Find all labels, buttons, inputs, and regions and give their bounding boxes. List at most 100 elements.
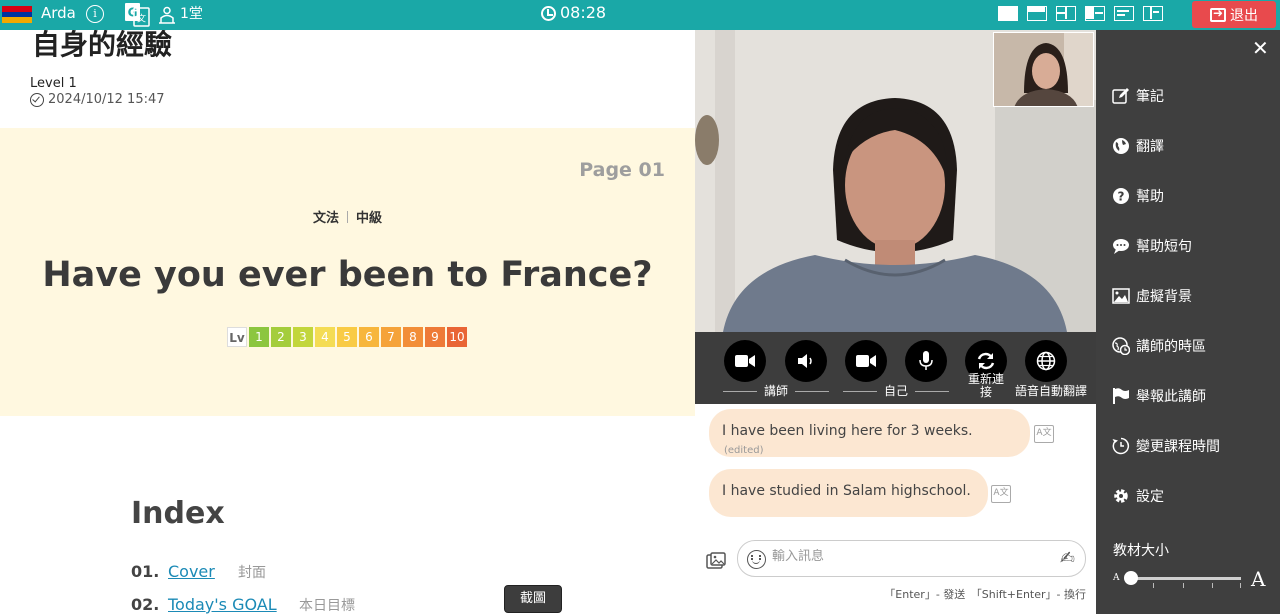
handwriting-icon[interactable]: ✍ (1060, 548, 1075, 569)
translate-message-icon[interactable]: A文 (1034, 425, 1054, 443)
message-input[interactable] (772, 549, 1042, 564)
layout-switcher (998, 6, 1163, 21)
translate-message-icon[interactable]: A文 (991, 485, 1011, 503)
index-link-cover[interactable]: Cover (168, 562, 238, 581)
chat-panel: I have been living here for 3 weeks. (ed… (697, 404, 1096, 614)
edit-icon (1112, 87, 1130, 105)
sidebar-item-reschedule[interactable]: 變更課程時間 (1112, 436, 1220, 456)
level-cell: 8 (403, 327, 423, 347)
level-cell: 3 (293, 327, 313, 347)
globe-icon (1036, 351, 1056, 371)
sidebar-item-settings[interactable]: 設定 (1112, 486, 1164, 506)
sidebar-item-label: 舉報此講師 (1136, 389, 1206, 405)
video-controls: 講師 自己 重新連接 語音自動翻譯 (695, 332, 1096, 404)
lesson-level: Level 1 (30, 76, 77, 91)
globe-icon (1112, 137, 1130, 155)
exit-icon (1210, 6, 1226, 22)
sidebar-item-label: 幫助短句 (1136, 239, 1192, 255)
sidebar-item-label: 幫助 (1136, 189, 1164, 205)
svg-text:文: 文 (137, 13, 146, 25)
font-size-slider[interactable] (1126, 577, 1241, 580)
close-icon[interactable]: ✕ (1252, 36, 1269, 60)
level-cell: 4 (315, 327, 335, 347)
layout-side-icon[interactable] (1143, 6, 1163, 21)
level-cell: 9 (425, 327, 445, 347)
font-size-small-glyph: A (1113, 573, 1120, 583)
index-item: 02. Today's GOAL 本日目標 (131, 595, 355, 614)
teacher-video (695, 30, 1096, 332)
tag-level: 中級 (356, 211, 383, 226)
cover-section: Page 01 文法 中級 Have you ever been to Franc… (0, 128, 695, 416)
layout-full-icon[interactable] (998, 6, 1018, 21)
level-cell: 7 (381, 327, 401, 347)
self-mic-button[interactable] (905, 340, 947, 382)
app-root: Arda i G 文 1堂 08:28 退出 (0, 0, 1280, 614)
level-cell: 2 (271, 327, 291, 347)
svg-text:?: ? (1118, 190, 1125, 204)
auto-translate-button[interactable] (1025, 340, 1067, 382)
sidebar-item-label: 翻譯 (1136, 139, 1164, 155)
index-title: Index (131, 496, 225, 531)
sidebar-item-help[interactable]: ? 幫助 (1112, 186, 1164, 206)
sidebar-item-notes[interactable]: 筆記 (1112, 86, 1164, 106)
teacher-controls-label: 講師 (763, 384, 788, 398)
layout-split-icon[interactable] (1056, 6, 1076, 21)
chat-message[interactable]: I have studied in Salam highschool. (709, 469, 988, 517)
chat-message-text: I have studied in Salam highschool. (722, 483, 971, 499)
font-size-slider-thumb[interactable] (1124, 571, 1138, 585)
top-bar: Arda i G 文 1堂 08:28 退出 (0, 0, 1280, 30)
sidebar-item-label: 變更課程時間 (1136, 439, 1220, 455)
layout-grid-icon[interactable] (1085, 6, 1105, 21)
level-cell: 6 (359, 327, 379, 347)
index-subtitle: 封面 (238, 565, 266, 581)
reschedule-icon (1112, 437, 1130, 455)
speaker-icon (798, 354, 812, 368)
refresh-icon (977, 352, 995, 370)
emoji-icon[interactable] (747, 550, 766, 569)
level-tag: Lv (227, 327, 247, 347)
send-image-icon[interactable] (706, 552, 726, 570)
user-name: Arda (41, 4, 76, 22)
index-link-goal[interactable]: Today's GOAL (168, 595, 299, 614)
sidebar-item-label: 筆記 (1136, 89, 1164, 105)
sidebar-item-label: 講師的時區 (1136, 339, 1206, 355)
index-number: 01. (131, 562, 160, 581)
layout-top-bar-icon[interactable] (1027, 6, 1047, 21)
translate-icon[interactable]: G 文 (124, 2, 151, 27)
camera-icon (735, 355, 755, 367)
sidebar-item-label: 虛擬背景 (1136, 289, 1192, 305)
help-icon: ? (1112, 187, 1130, 205)
image-icon (1112, 287, 1130, 305)
sidebar-item-report-teacher[interactable]: 舉報此講師 (1112, 386, 1206, 406)
sidebar-item-translate[interactable]: 翻譯 (1112, 136, 1164, 156)
sidebar-item-teacher-timezone[interactable]: 講師的時區 (1112, 336, 1206, 356)
exit-button[interactable]: 退出 (1192, 1, 1276, 28)
material-pane[interactable]: 自身的經驗 Level 1 2024/10/12 15:47 Page 01 文… (0, 30, 695, 614)
layout-text-icon[interactable] (1114, 6, 1134, 21)
sidebar-item-virtual-background[interactable]: 虛擬背景 (1112, 286, 1192, 306)
chat-message[interactable]: I have been living here for 3 weeks. (ed… (709, 409, 1030, 457)
clock-icon (541, 5, 556, 21)
keyboard-hint: 「Enter」- 發送 「Shift+Enter」- 換行 (884, 588, 1086, 601)
chat-message-text: I have been living here for 3 weeks. (722, 423, 973, 439)
self-video-preview[interactable] (993, 32, 1094, 107)
chat-bubble-icon (1112, 237, 1130, 255)
armenia-flag-icon (2, 6, 32, 23)
room-count: 1堂 (180, 6, 203, 22)
timer-text: 08:28 (560, 3, 607, 22)
check-circle-icon (30, 93, 44, 107)
info-icon[interactable]: i (86, 5, 104, 23)
self-camera-button[interactable] (845, 340, 887, 382)
level-cell: 10 (447, 327, 467, 347)
lesson-timer: 08:28 (541, 3, 606, 23)
sidebar-item-help-phrases[interactable]: 幫助短句 (1112, 236, 1192, 256)
teacher-camera-button[interactable] (724, 340, 766, 382)
material-size-label: 教材大小 (1113, 543, 1169, 559)
teacher-volume-button[interactable] (785, 340, 827, 382)
sidebar-item-label: 設定 (1136, 489, 1164, 505)
screenshot-button[interactable]: 截圖 (504, 585, 562, 613)
lesson-headline: Have you ever been to France? (42, 255, 653, 295)
font-size-big-glyph: A (1251, 567, 1266, 591)
lesson-tags: 文法 中級 (0, 207, 695, 226)
index-number: 02. (131, 595, 160, 614)
